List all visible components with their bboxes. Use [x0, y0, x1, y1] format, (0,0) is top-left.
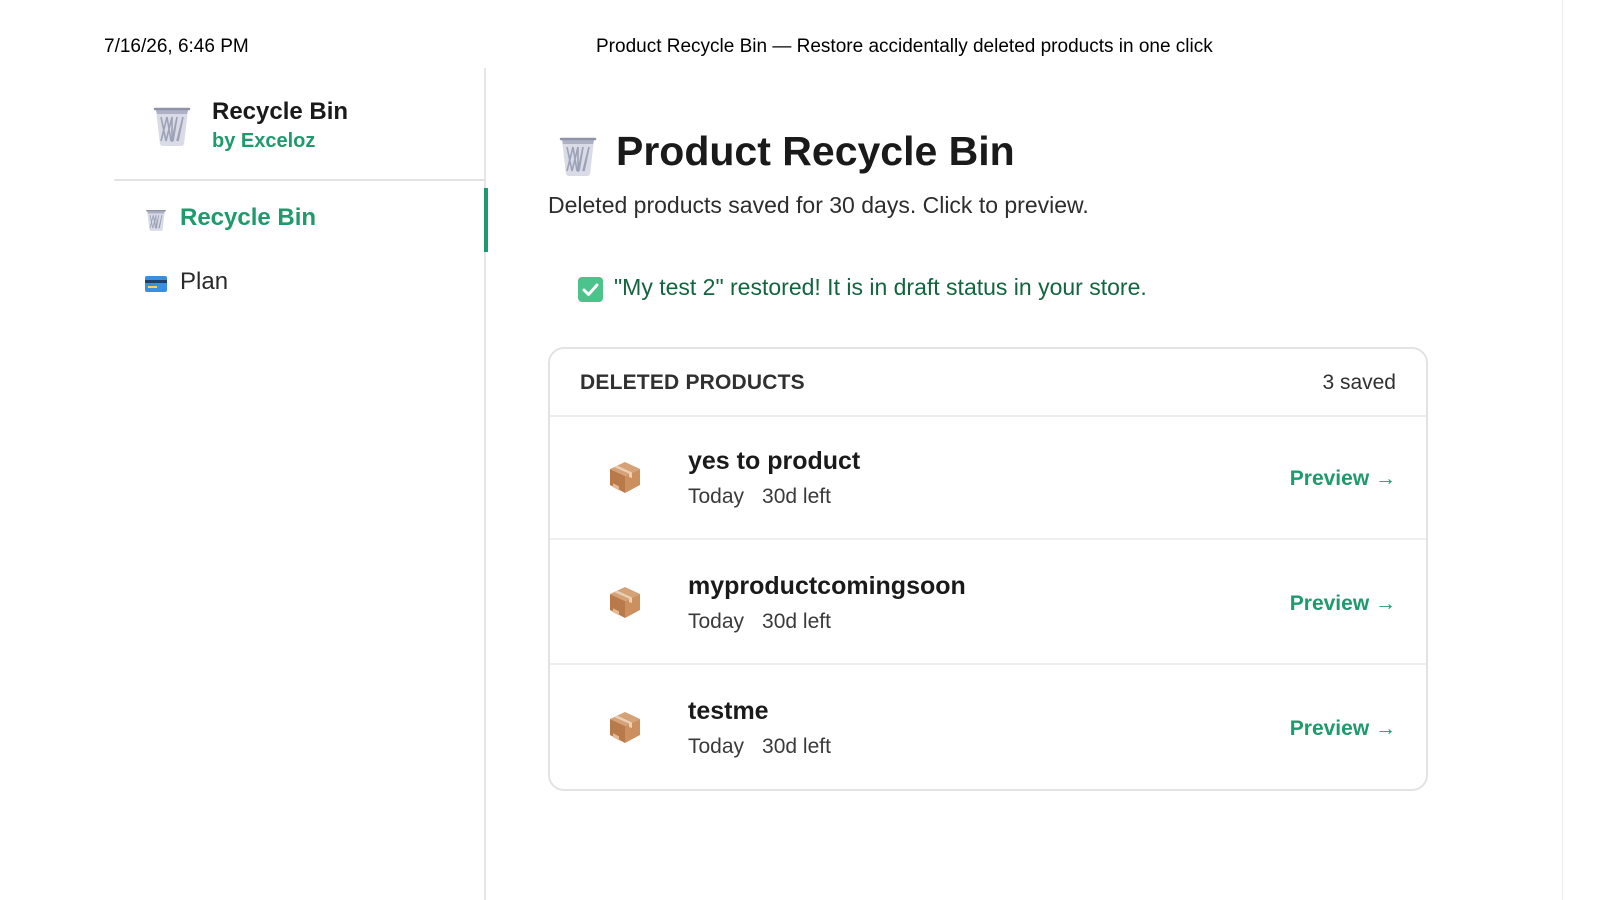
product-meta: Today 30d left — [688, 610, 831, 634]
time-remaining: 30d left — [762, 485, 831, 508]
product-name: testme — [688, 697, 769, 725]
sidebar-item-label: Plan — [180, 268, 229, 295]
app-vendor: by Exceloz — [212, 130, 316, 152]
app-brand[interactable]: Recycle Bin by Exceloz — [114, 68, 486, 181]
check-mark-icon — [578, 277, 603, 302]
print-header: 7/16/26, 6:46 PM Product Recycle Bin — R… — [0, 36, 1600, 60]
sidebar-item-recycle-bin[interactable]: Recycle Bin — [114, 188, 488, 252]
time-remaining: 30d left — [762, 735, 831, 758]
page-subtitle: Deleted products saved for 30 days. Clic… — [548, 192, 1089, 218]
page-title: Product Recycle Bin — [616, 128, 1015, 174]
print-page-title: Product Recycle Bin — Restore accidental… — [596, 36, 1213, 57]
deleted-date: Today — [688, 610, 745, 633]
product-name: yes to product — [688, 447, 861, 475]
wastebasket-icon — [150, 104, 194, 148]
saved-count: 3 saved — [1322, 371, 1396, 394]
list-item[interactable]: myproductcomingsoon Today 30d left Previe… — [550, 540, 1426, 665]
deleted-products-card: DELETED PRODUCTS 3 saved yes to product … — [548, 347, 1428, 791]
app-name: Recycle Bin — [212, 98, 349, 125]
list-item[interactable]: yes to product Today 30d left Preview → — [550, 415, 1426, 540]
product-meta: Today 30d left — [688, 485, 831, 509]
banner-message: "My test 2" restored! It is in draft sta… — [614, 274, 1147, 300]
card-heading: DELETED PRODUCTS — [580, 371, 805, 394]
credit-card-icon — [144, 272, 168, 296]
preview-link[interactable]: Preview → — [1290, 717, 1396, 741]
wastebasket-icon — [556, 134, 600, 178]
package-icon — [607, 459, 643, 495]
product-meta: Today 30d left — [688, 735, 831, 759]
product-name: myproductcomingsoon — [688, 572, 966, 600]
card-header: DELETED PRODUCTS 3 saved — [550, 349, 1426, 417]
sidebar: Recycle Bin by Exceloz Recycle Bin Plan — [114, 68, 488, 900]
print-datetime: 7/16/26, 6:46 PM — [104, 36, 249, 57]
time-remaining: 30d left — [762, 610, 831, 633]
preview-link[interactable]: Preview → — [1290, 592, 1396, 616]
deleted-date: Today — [688, 735, 745, 758]
wastebasket-icon — [144, 208, 168, 232]
page-edge-divider — [1562, 0, 1563, 900]
active-indicator — [484, 188, 488, 252]
list-item[interactable]: testme Today 30d left Preview → — [550, 665, 1426, 790]
package-icon — [607, 584, 643, 620]
deleted-date: Today — [688, 485, 745, 508]
sidebar-item-label: Recycle Bin — [180, 204, 317, 231]
preview-link[interactable]: Preview → — [1290, 467, 1396, 491]
package-icon — [607, 709, 643, 745]
sidebar-item-plan[interactable]: Plan — [114, 252, 486, 316]
